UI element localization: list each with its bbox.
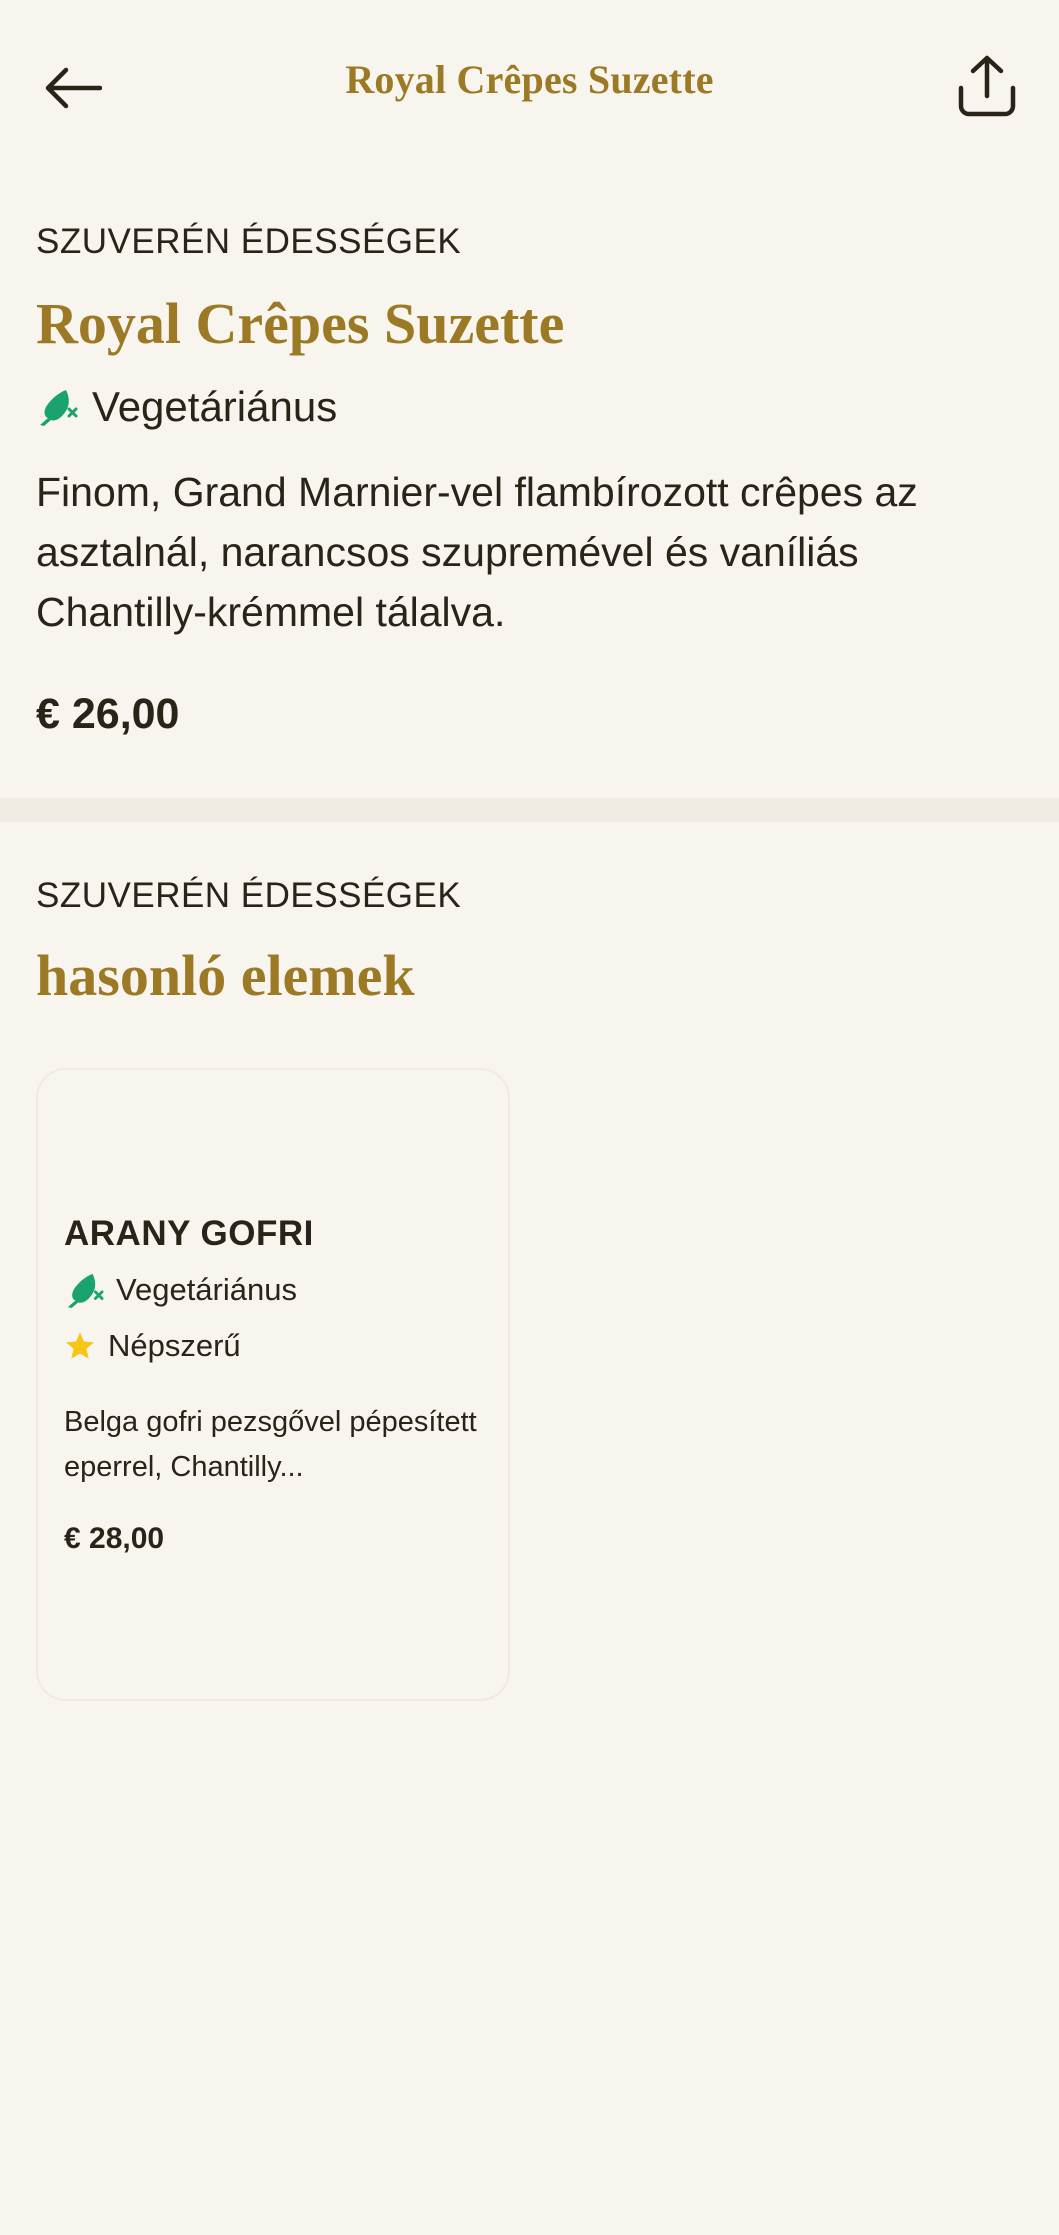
share-icon [958, 55, 1016, 117]
card-description: Belga gofri pezsgővel pépesített eperrel… [64, 1406, 477, 1483]
section-divider [0, 798, 1059, 822]
header-title: Royal Crêpes Suzette [345, 57, 714, 102]
vegetarian-icon [67, 1273, 104, 1309]
card-popular-tag: Népszerű [64, 1326, 241, 1366]
card-popular-label: Népszerű [108, 1328, 241, 1363]
item-title: Royal Crêpes Suzette [36, 291, 565, 356]
card-price: € 28,00 [64, 1522, 165, 1555]
similar-item-card[interactable]: ARANY GOFRI Vegetáriánus Népszerű Belga … [36, 1068, 510, 1701]
card-vegetarian-tag: Vegetáriánus [64, 1270, 297, 1310]
similar-heading: hasonló elemek [36, 943, 415, 1008]
item-price: € 26,00 [36, 690, 180, 738]
item-detail-page: Royal Crêpes Suzette SZUVERÉN ÉDESSÉGEK … [0, 0, 1059, 2235]
card-title: ARANY GOFRI [64, 1214, 314, 1253]
vegetarian-tag: Vegetáriánus [36, 382, 337, 432]
similar-category: SZUVERÉN ÉDESSÉGEK [36, 876, 462, 915]
star-icon [66, 1332, 94, 1359]
card-vegetarian-label: Vegetáriánus [116, 1272, 297, 1307]
vegetarian-label: Vegetáriánus [92, 383, 338, 430]
vegetarian-icon [40, 390, 78, 426]
top-bar: Royal Crêpes Suzette [0, 0, 1059, 170]
item-category: SZUVERÉN ÉDESSÉGEK [36, 222, 462, 261]
share-button[interactable] [951, 50, 1023, 122]
item-description: Finom, Grand Marnier-vel flambírozott cr… [36, 469, 918, 635]
